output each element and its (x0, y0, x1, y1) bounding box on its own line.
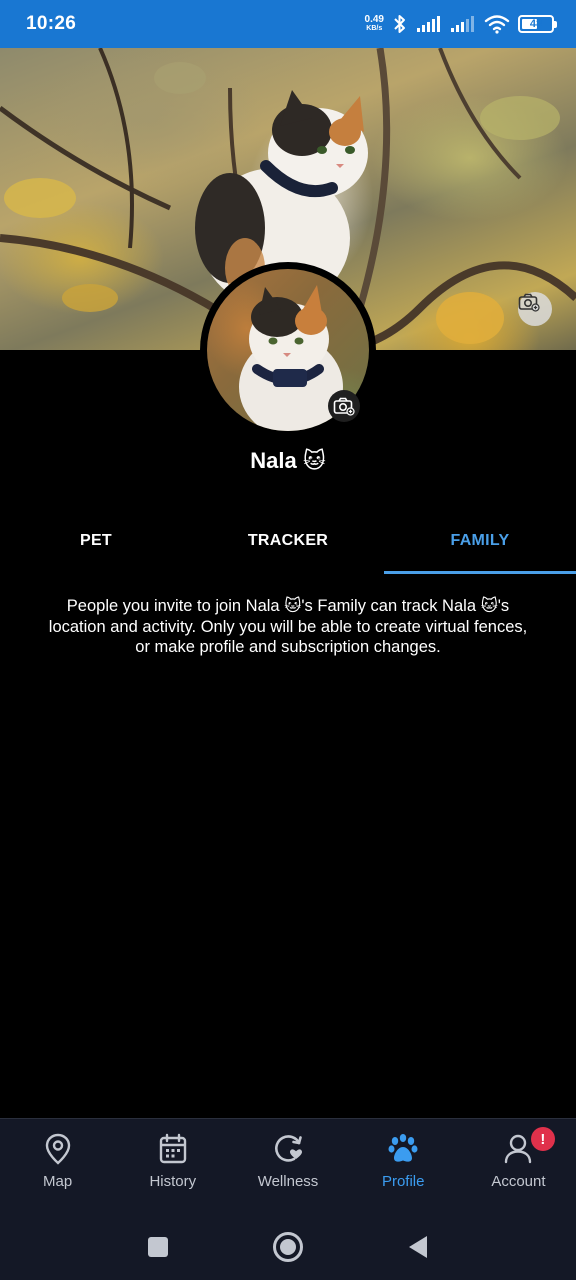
signal-icon (451, 16, 474, 32)
recents-button[interactable] (141, 1230, 175, 1264)
nav-item-profile[interactable]: Profile (346, 1119, 461, 1214)
map-pin-icon (45, 1133, 70, 1165)
camera-icon (333, 397, 355, 416)
user-icon (505, 1134, 532, 1164)
profile-tabs: PET TRACKER FAMILY (0, 508, 576, 574)
system-navigation (0, 1214, 576, 1280)
signal-icon (417, 16, 440, 32)
camera-icon (518, 293, 540, 312)
profile-screen: 10:26 0.49 KB/s 48 Nala 🐱 PET TRACKER FA… (0, 0, 576, 1280)
nav-item-history[interactable]: History (115, 1119, 230, 1214)
nav-label-wellness: Wellness (257, 1173, 319, 1190)
paw-icon (388, 1134, 418, 1162)
avatar-camera-button[interactable] (328, 390, 360, 422)
back-triangle-icon (409, 1236, 427, 1258)
tab-pet[interactable]: PET (0, 508, 192, 574)
back-button[interactable] (401, 1230, 435, 1264)
bottom-navigation: Map History Wellness Profile Account ! (0, 1118, 576, 1214)
nav-item-account[interactable]: Account ! (461, 1119, 576, 1214)
nav-label-history: History (149, 1173, 197, 1190)
pet-name: Nala 🐱 (250, 448, 326, 473)
nav-item-wellness[interactable]: Wellness (230, 1119, 345, 1214)
account-alert-badge: ! (530, 1127, 555, 1151)
net-speed-value: 0.49 (364, 14, 384, 25)
network-speed: 0.49 KB/s (365, 15, 384, 33)
nav-item-map[interactable]: Map (0, 1119, 115, 1214)
net-speed-unit: KB/s (366, 25, 383, 32)
recents-square-icon (148, 1237, 168, 1257)
tab-family[interactable]: FAMILY (384, 508, 576, 574)
bluetooth-icon (394, 15, 405, 33)
wifi-icon (484, 15, 510, 34)
nav-label-map: Map (43, 1173, 73, 1190)
cover-camera-button[interactable] (518, 292, 552, 326)
nav-label-account: Account (491, 1173, 546, 1190)
wellness-icon (275, 1135, 302, 1162)
status-bar: 10:26 0.49 KB/s 48 (0, 0, 576, 48)
status-time: 10:26 (26, 13, 77, 34)
battery-icon: 48 (518, 15, 557, 33)
tab-tracker[interactable]: TRACKER (192, 508, 384, 574)
family-description: People you invite to join Nala 🐱's Famil… (48, 597, 528, 656)
home-button[interactable] (271, 1230, 305, 1264)
status-icons: 0.49 KB/s 48 (365, 14, 557, 34)
calendar-icon (159, 1133, 186, 1164)
battery-level: 48 (529, 18, 543, 30)
home-circle-icon (273, 1232, 303, 1262)
nav-label-profile: Profile (381, 1173, 425, 1190)
